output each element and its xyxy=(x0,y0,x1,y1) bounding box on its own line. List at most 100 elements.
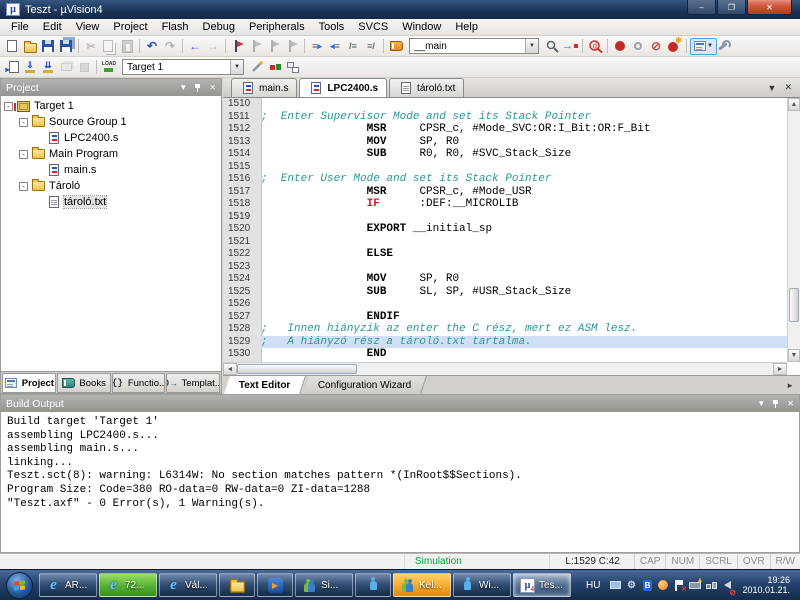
expander-icon[interactable]: - xyxy=(19,117,28,127)
code-line[interactable]: 1525 SUB SL, SP, #USR_Stack_Size xyxy=(223,286,787,299)
chevron-down-icon[interactable]: ▼ xyxy=(525,39,538,53)
build-icon[interactable]: ⇓ xyxy=(21,59,39,76)
taskbar-button-72[interactable]: e 72... xyxy=(99,573,157,597)
build-output-log[interactable]: Build target 'Target 1' assembling LPC240… xyxy=(1,412,799,515)
close-icon[interactable]: ✕ xyxy=(787,399,794,408)
code-line[interactable]: 1524 MOV SP, R0 xyxy=(223,273,787,286)
taskbar-button-si[interactable]: Si... xyxy=(295,573,353,597)
menu-edit[interactable]: Edit xyxy=(36,21,69,33)
scroll-down-icon[interactable]: ▼ xyxy=(788,349,800,362)
close-button[interactable]: ✕ xyxy=(747,0,792,15)
code-line[interactable]: 1513 MOV SP, R0 xyxy=(223,136,787,149)
code-line[interactable]: 1523 xyxy=(223,261,787,274)
battery-icon[interactable]: ▲ xyxy=(688,577,703,593)
configure-icon[interactable] xyxy=(717,38,735,55)
editor-tab-t-rol-txt[interactable]: tároló.txt xyxy=(389,78,465,97)
chevron-down-icon[interactable]: ▼ xyxy=(768,83,777,93)
rebuild-icon[interactable]: ⇊ xyxy=(39,59,57,76)
menu-file[interactable]: File xyxy=(4,21,36,33)
code-line[interactable]: 1520 EXPORT __initial_sp xyxy=(223,223,787,236)
menu-help[interactable]: Help xyxy=(448,21,485,33)
tab-scroll-right-icon[interactable]: ► xyxy=(780,376,800,394)
horizontal-scrollbar[interactable]: ◄ ► xyxy=(223,362,787,375)
tree-item-t-rol-txt[interactable]: tároló.txt xyxy=(1,194,221,210)
title-bar[interactable]: µ Teszt - µVision4 xyxy=(0,0,800,19)
menu-svcs[interactable]: SVCS xyxy=(351,21,395,33)
minimize-button[interactable]: – xyxy=(687,0,716,15)
pin-icon[interactable] xyxy=(772,399,780,409)
panel-tab-functio[interactable]: {} Functio... xyxy=(111,373,166,393)
menu-peripherals[interactable]: Peripherals xyxy=(242,21,312,33)
debug-session-icon[interactable]: d xyxy=(586,38,604,55)
scroll-right-icon[interactable]: ► xyxy=(773,363,787,375)
expander-icon[interactable]: - xyxy=(19,181,28,191)
manage-components-icon[interactable] xyxy=(266,59,284,76)
code-line[interactable]: 1522 ELSE xyxy=(223,248,787,261)
tree-item-main-program[interactable]: - Main Program xyxy=(1,146,221,162)
expander-icon[interactable]: - xyxy=(4,101,13,111)
media-icon[interactable] xyxy=(656,577,670,593)
expander-icon[interactable]: - xyxy=(19,149,28,159)
chevron-down-icon[interactable]: ▼ xyxy=(757,399,765,408)
code-line[interactable]: 1517 MSR CPSR_c, #Mode_USR xyxy=(223,186,787,199)
panel-tab-project[interactable]: Project xyxy=(2,373,56,393)
chevron-down-icon[interactable]: ▼ xyxy=(179,83,187,92)
code-editor[interactable]: 1510 1511 ; Enter Supervisor Mode and set … xyxy=(223,98,787,362)
file-extensions-icon[interactable] xyxy=(284,59,302,76)
comment-selection-icon[interactable]: /≡ xyxy=(344,38,362,55)
menu-tools[interactable]: Tools xyxy=(312,21,352,33)
taskbar-button-ar[interactable]: e AR... xyxy=(39,573,97,597)
code-line[interactable]: 1518 IF :DEF:__MICROLIB xyxy=(223,198,787,211)
goto-icon[interactable]: → xyxy=(561,38,579,55)
taskbar-button-v-l[interactable]: e Vál... xyxy=(159,573,217,597)
editor-tab-main-s[interactable]: main.s xyxy=(231,78,298,97)
start-button[interactable] xyxy=(6,571,33,599)
network-icon[interactable] xyxy=(704,577,718,593)
code-line[interactable]: 1510 xyxy=(223,98,787,111)
indent-icon[interactable]: ≡▸ xyxy=(308,38,326,55)
settings-icon[interactable]: ⚙ xyxy=(624,577,638,593)
uncomment-selection-icon[interactable]: ≡/ xyxy=(362,38,380,55)
tree-item-t-rol[interactable]: - Tároló xyxy=(1,178,221,194)
code-line[interactable]: 1530 END xyxy=(223,348,787,361)
taskbar-button-messenger[interactable] xyxy=(355,573,391,597)
code-line[interactable]: 1511 ; Enter Supervisor Mode and set its … xyxy=(223,111,787,124)
panel-tab-books[interactable]: Books xyxy=(56,373,111,393)
action-center-icon[interactable]: ✕ xyxy=(672,577,687,593)
tree-item-lpc2400-s[interactable]: LPC2400.s xyxy=(1,130,221,146)
panel-tab-templat[interactable]: 0→Templat... xyxy=(166,373,220,393)
close-icon[interactable]: ✕ xyxy=(209,83,216,92)
kill-all-breakpoints-icon[interactable]: ✱ xyxy=(665,36,683,55)
disable-all-breakpoints-icon[interactable]: ⊘ xyxy=(647,38,665,55)
close-icon[interactable]: ✕ xyxy=(784,82,792,93)
tree-item-target-1[interactable]: - Target 1 xyxy=(1,98,221,114)
bluetooth-icon[interactable]: B xyxy=(640,577,654,593)
code-line[interactable]: 1516 ; Enter User Mode and set its Stack … xyxy=(223,173,787,186)
save-all-icon[interactable] xyxy=(57,38,75,55)
nav-back-icon[interactable]: ← xyxy=(186,38,204,55)
toggle-breakpoint-icon[interactable] xyxy=(629,38,647,55)
code-line[interactable]: 1519 xyxy=(223,211,787,224)
display-icon[interactable] xyxy=(608,577,622,593)
code-line[interactable]: 1527 ENDIF xyxy=(223,311,787,324)
code-line[interactable]: 1528 ; Innen hiányzik az enter the C rész… xyxy=(223,323,787,336)
window-list-icon[interactable]: ▼ xyxy=(690,37,717,55)
tree-item-main-s[interactable]: main.s xyxy=(1,162,221,178)
taskbar-clock[interactable]: 19:26 2010.01.21. xyxy=(739,575,795,595)
menu-flash[interactable]: Flash xyxy=(155,21,196,33)
code-line[interactable]: 1512 MSR CPSR_c, #Mode_SVC:OR:I_Bit:OR:F… xyxy=(223,123,787,136)
code-line[interactable]: 1529 ; A hiányzó rész a tároló.txt tartal… xyxy=(223,335,787,348)
download-icon[interactable]: LOAD xyxy=(100,59,118,76)
save-file-icon[interactable] xyxy=(39,38,57,55)
unindent-icon[interactable]: ◂≡ xyxy=(326,38,344,55)
scroll-up-icon[interactable]: ▲ xyxy=(788,98,800,111)
taskbar-button-media-player[interactable]: ▶ xyxy=(257,573,293,597)
code-line[interactable]: 1515 xyxy=(223,161,787,174)
taskbar-button-explorer[interactable] xyxy=(219,573,255,597)
code-line[interactable]: 1521 xyxy=(223,236,787,249)
undo-icon[interactable]: ↶ xyxy=(143,38,161,55)
chevron-down-icon[interactable]: ▼ xyxy=(230,60,243,74)
editor-bottom-tab-configuration-wizard[interactable]: Configuration Wizard xyxy=(303,376,428,394)
tree-item-source-group-1[interactable]: - Source Group 1 xyxy=(1,114,221,130)
volume-muted-icon[interactable]: ⊘ xyxy=(720,577,736,597)
